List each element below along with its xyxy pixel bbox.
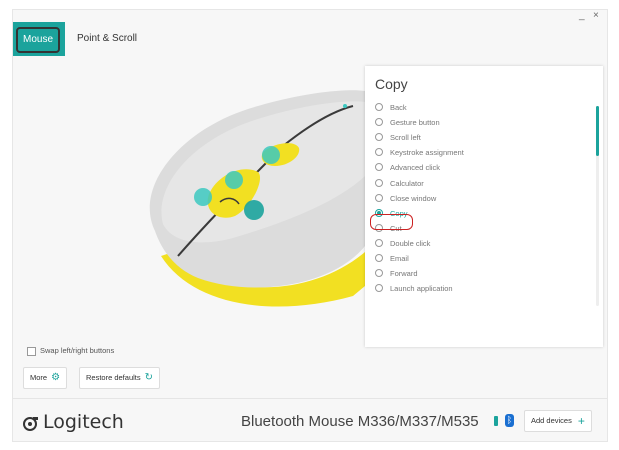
- radio-button[interactable]: [375, 284, 383, 293]
- device-name: Bluetooth Mouse M336/M337/M535: [241, 413, 479, 430]
- radio-button[interactable]: [375, 238, 383, 247]
- tab-point-scroll[interactable]: Point & Scroll: [77, 33, 137, 44]
- hotspot-selected[interactable]: [244, 200, 264, 220]
- restore-defaults-label: Restore defaults: [86, 373, 141, 382]
- option-double-click[interactable]: Double click: [375, 238, 430, 252]
- option-advanced-click[interactable]: Advanced click: [375, 162, 440, 176]
- option-scroll-left[interactable]: Scroll left: [375, 132, 421, 146]
- hotspot-left[interactable]: [194, 188, 212, 206]
- brand-name: Logitech: [43, 411, 124, 433]
- option-label: Gesture button: [390, 118, 440, 128]
- radio-button[interactable]: [375, 269, 383, 278]
- bluetooth-icon: ᛒ: [505, 414, 514, 427]
- option-label: Email: [390, 254, 409, 263]
- restore-defaults-button[interactable]: Restore defaults ↻: [79, 367, 161, 389]
- hotspot-forward[interactable]: [225, 171, 243, 189]
- option-label: Close window: [390, 193, 437, 203]
- title-bar: _ ×: [13, 10, 607, 22]
- radio-button[interactable]: [375, 163, 383, 172]
- tab-bar: Mouse Point & Scroll: [13, 22, 607, 56]
- radio-button[interactable]: [375, 118, 383, 127]
- radio-button[interactable]: [375, 254, 383, 263]
- panel-title: Copy: [375, 76, 408, 92]
- option-close-window[interactable]: Close window: [375, 193, 436, 207]
- radio-button[interactable]: [375, 193, 383, 202]
- option-calculator[interactable]: Calculator: [375, 178, 424, 192]
- option-email[interactable]: Email: [375, 253, 409, 267]
- option-keystroke-assignment[interactable]: Keystroke assignment: [375, 147, 464, 161]
- option-label: Scroll left: [390, 133, 421, 143]
- option-label: Forward: [390, 269, 418, 279]
- option-back[interactable]: Back: [375, 102, 407, 116]
- minimize-button[interactable]: _: [579, 10, 585, 22]
- swap-buttons-checkbox[interactable]: Swap left/right buttons: [27, 346, 114, 356]
- option-forward[interactable]: Forward: [375, 268, 418, 282]
- radio-button[interactable]: [375, 133, 383, 142]
- selection-highlight: [370, 214, 413, 230]
- option-label: Double click: [390, 238, 431, 248]
- tab-mouse-label: Mouse: [16, 27, 60, 53]
- app-window: _ × Mouse Point & Scroll Copy Back Gestu…: [12, 9, 608, 442]
- add-devices-label: Add devices: [531, 416, 572, 425]
- radio-button[interactable]: [375, 178, 383, 187]
- battery-icon: [494, 416, 498, 426]
- gear-icon: ⚙: [51, 372, 61, 384]
- option-launch-application[interactable]: Launch application: [375, 283, 453, 297]
- checkbox-box[interactable]: [27, 346, 36, 356]
- option-label: Launch application: [390, 284, 453, 294]
- hotspot-scroll[interactable]: [343, 104, 347, 108]
- more-button[interactable]: More ⚙: [23, 367, 68, 389]
- logitech-logo: Logitech: [21, 411, 124, 433]
- refresh-icon: ↻: [144, 372, 154, 384]
- scroll-thumb[interactable]: [596, 106, 599, 156]
- footer-divider: [13, 398, 607, 399]
- radio-button[interactable]: [375, 103, 383, 112]
- tab-mouse[interactable]: Mouse: [13, 22, 65, 56]
- swap-buttons-label: Swap left/right buttons: [40, 346, 115, 355]
- more-label: More: [30, 373, 48, 382]
- add-devices-button[interactable]: Add devices +: [524, 410, 592, 432]
- hotspot-back[interactable]: [262, 146, 280, 164]
- option-label: Calculator: [390, 178, 424, 188]
- option-label: Advanced click: [390, 163, 441, 173]
- plus-icon: +: [577, 414, 585, 429]
- close-button[interactable]: ×: [593, 10, 599, 22]
- option-gesture-button[interactable]: Gesture button: [375, 117, 440, 131]
- logitech-mark-icon: [23, 416, 38, 431]
- radio-button[interactable]: [375, 148, 383, 157]
- option-label: Keystroke assignment: [390, 148, 464, 158]
- option-label: Back: [390, 103, 407, 112]
